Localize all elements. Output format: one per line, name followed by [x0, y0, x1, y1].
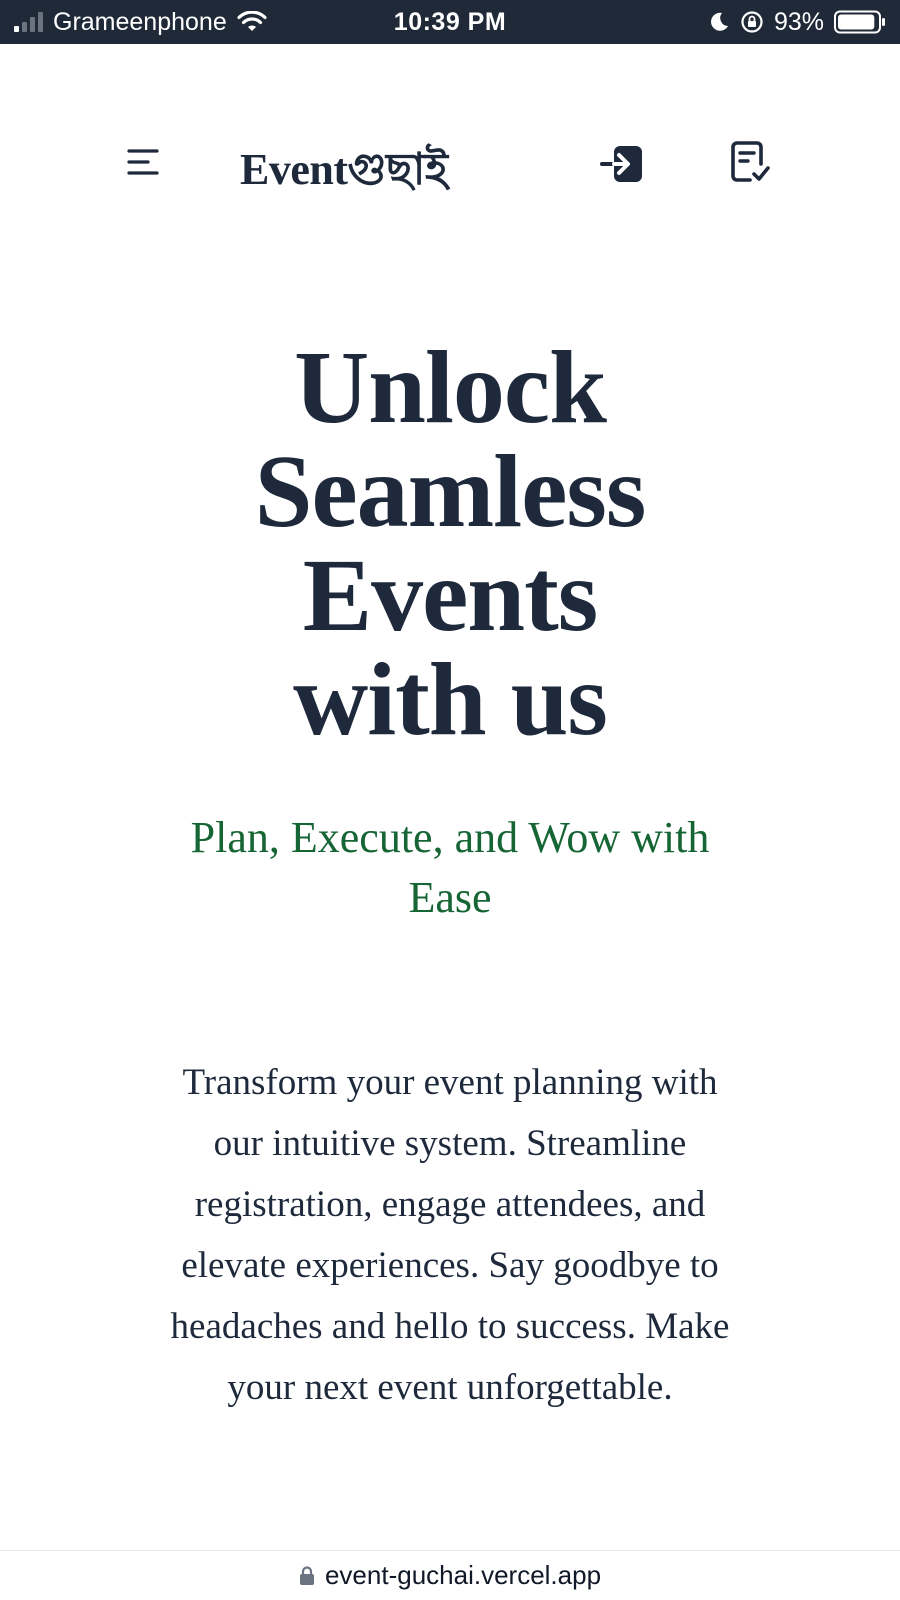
url-text: event-guchai.vercel.app	[324, 1560, 602, 1590]
hero-title-line: Events	[302, 538, 598, 653]
moon-icon	[711, 12, 728, 31]
hero-title: Unlock Seamless Events with us	[150, 336, 750, 752]
battery-icon	[834, 10, 885, 34]
tasks-button[interactable]	[728, 140, 774, 186]
hero-subtitle: Plan, Execute, and Wow with Ease	[190, 813, 710, 922]
site-header: Eventগুছাই	[0, 44, 900, 284]
clipboard-check-icon	[731, 141, 770, 182]
hero-title-line: Unlock	[294, 330, 607, 445]
lock-icon	[299, 1565, 314, 1585]
status-bar: Grameenphone 10:39 PM 93%	[0, 0, 900, 44]
site-logo[interactable]: Eventগুছাই	[240, 136, 448, 209]
menu-button[interactable]	[126, 144, 162, 180]
menu-icon	[127, 149, 159, 175]
hero-description: Transform your event planning with our i…	[170, 1062, 730, 1408]
status-right: 93%	[708, 0, 886, 44]
login-button[interactable]	[600, 142, 646, 188]
hero-title-line: Seamless	[254, 434, 647, 549]
hero-title-line: with us	[293, 642, 608, 757]
battery-percent: 93%	[773, 7, 824, 36]
rotation-lock-icon	[741, 11, 763, 33]
login-icon	[600, 146, 642, 182]
browser-url-bar[interactable]: event-guchai.vercel.app	[0, 1550, 900, 1600]
